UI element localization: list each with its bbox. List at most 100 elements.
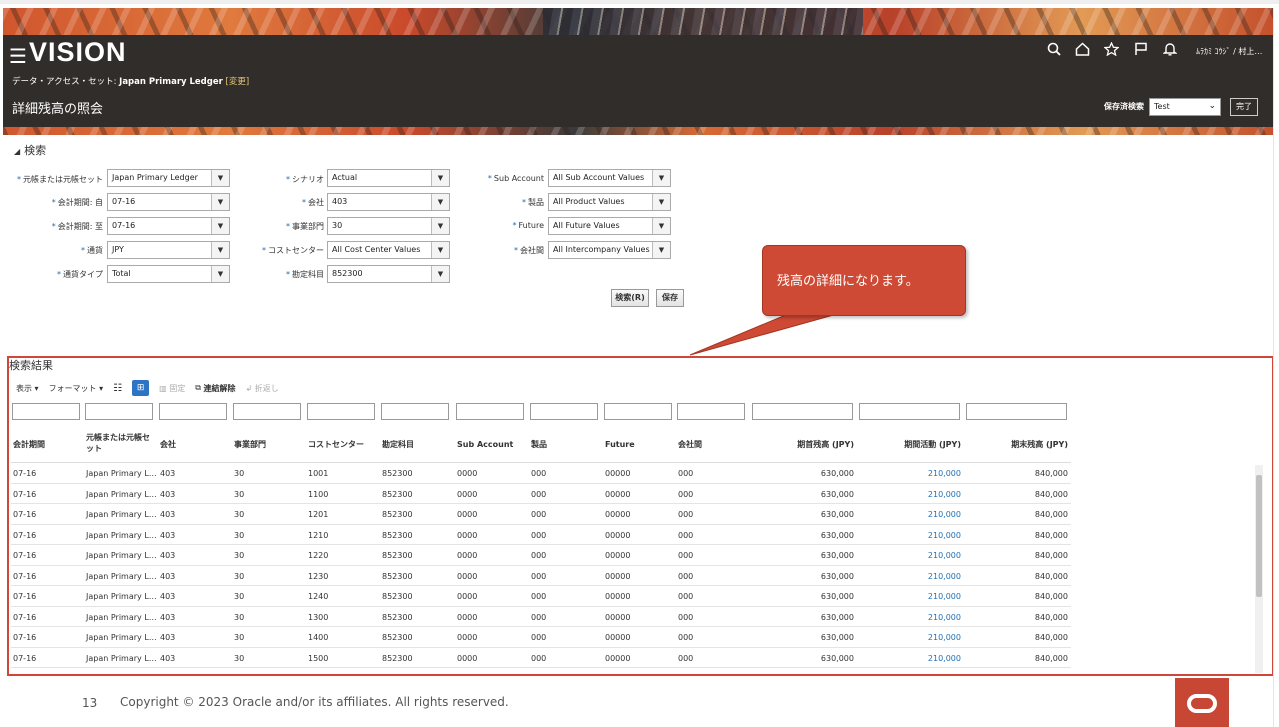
- table-row[interactable]: 07-16 Japan Primary L… 403 30 1201 852300 0000…: [11, 504, 1071, 525]
- period-activity-link[interactable]: 210,000: [860, 510, 961, 519]
- account-select[interactable]: 852300 ▼: [327, 265, 450, 283]
- detach-button[interactable]: ⧉ 連結解除: [195, 383, 235, 394]
- column-filter-input[interactable]: [859, 403, 960, 420]
- dropdown-arrow-icon[interactable]: ▼: [431, 218, 449, 234]
- period-activity-link[interactable]: 210,000: [860, 613, 961, 622]
- dropdown-arrow-icon[interactable]: ▼: [211, 170, 229, 186]
- vertical-scrollbar[interactable]: [1255, 465, 1263, 673]
- dropdown-arrow-icon[interactable]: ▼: [211, 194, 229, 210]
- department-select[interactable]: 30 ▼: [327, 217, 450, 235]
- hamburger-menu-icon[interactable]: ☰: [9, 44, 27, 68]
- save-button[interactable]: 保存: [656, 289, 684, 307]
- dropdown-arrow-icon[interactable]: ▼: [211, 242, 229, 258]
- column-filter-input[interactable]: [381, 403, 449, 420]
- format-menu[interactable]: フォーマット ▾: [49, 383, 104, 394]
- column-header[interactable]: Sub Account: [457, 439, 525, 450]
- dropdown-arrow-icon[interactable]: ▼: [652, 170, 670, 186]
- dropdown-arrow-icon[interactable]: ▼: [431, 266, 449, 282]
- currency-type-select[interactable]: Total ▼: [107, 265, 230, 283]
- dropdown-arrow-icon[interactable]: ▼: [652, 242, 670, 258]
- period-activity-link[interactable]: 210,000: [860, 592, 961, 601]
- saved-search-select[interactable]: Test ⌄: [1149, 98, 1221, 116]
- column-header[interactable]: 期首残高 (JPY): [753, 439, 854, 450]
- column-filter-input[interactable]: [530, 403, 598, 420]
- table-row[interactable]: 07-16 Japan Primary L… 403 30 1500 852300 0000…: [11, 648, 1071, 668]
- dropdown-arrow-icon[interactable]: ▼: [431, 194, 449, 210]
- home-icon[interactable]: [1074, 42, 1091, 60]
- column-header[interactable]: 会計期間: [13, 439, 81, 450]
- period-activity-link[interactable]: 210,000: [860, 490, 961, 499]
- table-row[interactable]: 07-16 Japan Primary L… 403 30 1230 852300 0000…: [11, 566, 1071, 586]
- table-row[interactable]: 07-16 Japan Primary L… 403 30 1240 852300 0000…: [11, 586, 1071, 607]
- table-row[interactable]: 07-16 Japan Primary L… 403 30 1001 852300 0000…: [11, 463, 1071, 484]
- query-by-example-icon[interactable]: ⊞: [132, 380, 150, 396]
- future-select[interactable]: All Future Values ▼: [548, 217, 671, 235]
- wrap-button[interactable]: ↲ 折返し: [245, 383, 278, 394]
- table-cell: 630,000: [820, 612, 854, 622]
- cost-center-select[interactable]: All Cost Center Values ▼: [327, 241, 450, 259]
- column-filter-input[interactable]: [159, 403, 227, 420]
- search-section-header[interactable]: ◢ 検索: [14, 142, 46, 158]
- change-link[interactable]: [変更]: [226, 77, 250, 87]
- table-cell: 07-16: [13, 530, 37, 540]
- column-filter-input[interactable]: [307, 403, 375, 420]
- scenario-select[interactable]: Actual ▼: [327, 169, 450, 187]
- column-header[interactable]: 元帳または元帳セット: [86, 432, 154, 454]
- table-row[interactable]: 07-16 Japan Primary L… 403 30 1400 852300 0000…: [11, 627, 1071, 648]
- column-filter-input[interactable]: [677, 403, 745, 420]
- period-activity-link[interactable]: 210,000: [860, 572, 961, 581]
- column-header[interactable]: 会社間: [678, 439, 746, 450]
- product-select[interactable]: All Product Values ▼: [548, 193, 671, 211]
- search-button[interactable]: 検索(R): [611, 289, 649, 307]
- table-row[interactable]: 07-16 Japan Primary L… 403 30 1100 852300 0000…: [11, 484, 1071, 504]
- column-filter-input[interactable]: [604, 403, 672, 420]
- column-filter-input[interactable]: [752, 403, 853, 420]
- column-header[interactable]: 期間活動 (JPY): [860, 439, 961, 450]
- view-menu[interactable]: 表示 ▾: [16, 383, 39, 394]
- column-header[interactable]: 会社: [160, 439, 228, 450]
- user-menu[interactable]: ﾑﾗｶﾐ ｺｳｼﾞ / 村上…: [1196, 46, 1262, 57]
- column-header[interactable]: Future: [605, 439, 673, 450]
- flag-icon[interactable]: [1132, 42, 1149, 60]
- dropdown-arrow-icon[interactable]: ▼: [211, 218, 229, 234]
- table-row[interactable]: 07-16 Japan Primary L… 403 30 1210 852300 0000…: [11, 525, 1071, 545]
- column-header[interactable]: 製品: [531, 439, 599, 450]
- dropdown-arrow-icon[interactable]: ▼: [211, 266, 229, 282]
- columns-icon[interactable]: ☷: [113, 383, 122, 394]
- period-from-select[interactable]: 07-16 ▼: [107, 193, 230, 211]
- column-header[interactable]: 勘定科目: [382, 439, 450, 450]
- column-header[interactable]: 事業部門: [234, 439, 302, 450]
- dropdown-arrow-icon[interactable]: ▼: [431, 170, 449, 186]
- freeze-button[interactable]: ▥ 固定: [159, 383, 185, 394]
- period-activity-link[interactable]: 210,000: [860, 551, 961, 560]
- ledger-select[interactable]: Japan Primary Ledger ▼: [107, 169, 230, 187]
- dropdown-arrow-icon[interactable]: ▼: [431, 242, 449, 258]
- period-activity-link[interactable]: 210,000: [860, 469, 961, 478]
- table-row[interactable]: 07-16 Japan Primary L… 403 30 1220 852300 0000…: [11, 545, 1071, 566]
- column-filter-input[interactable]: [456, 403, 524, 420]
- done-button[interactable]: 完了: [1230, 98, 1258, 116]
- column-filter-input[interactable]: [966, 403, 1067, 420]
- column-header[interactable]: コストセンター: [308, 439, 376, 450]
- column-filter-input[interactable]: [12, 403, 80, 420]
- bell-icon[interactable]: [1161, 42, 1178, 60]
- currency-select[interactable]: JPY ▼: [107, 241, 230, 259]
- period-to-select[interactable]: 07-16 ▼: [107, 217, 230, 235]
- column-filter-input[interactable]: [233, 403, 301, 420]
- intercompany-select[interactable]: All Intercompany Values ▼: [548, 241, 671, 259]
- period-activity-link[interactable]: 210,000: [860, 531, 961, 540]
- table-row[interactable]: 07-16 Japan Primary L… 403 30 1300 852300 0000…: [11, 607, 1071, 627]
- app-logo[interactable]: VISION: [29, 37, 127, 68]
- column-filter-input[interactable]: [85, 403, 153, 420]
- company-select[interactable]: 403 ▼: [327, 193, 450, 211]
- period-activity-link[interactable]: 210,000: [860, 654, 961, 663]
- star-icon[interactable]: [1103, 41, 1120, 60]
- search-icon[interactable]: [1045, 42, 1062, 60]
- dropdown-arrow-icon[interactable]: ▼: [652, 218, 670, 234]
- scrollbar-thumb[interactable]: [1256, 475, 1262, 597]
- dropdown-arrow-icon[interactable]: ▼: [652, 194, 670, 210]
- period-activity-link[interactable]: 210,000: [860, 633, 961, 642]
- table-cell: 00000: [605, 510, 631, 519]
- sub-account-select[interactable]: All Sub Account Values ▼: [548, 169, 671, 187]
- column-header[interactable]: 期末残高 (JPY): [967, 439, 1068, 450]
